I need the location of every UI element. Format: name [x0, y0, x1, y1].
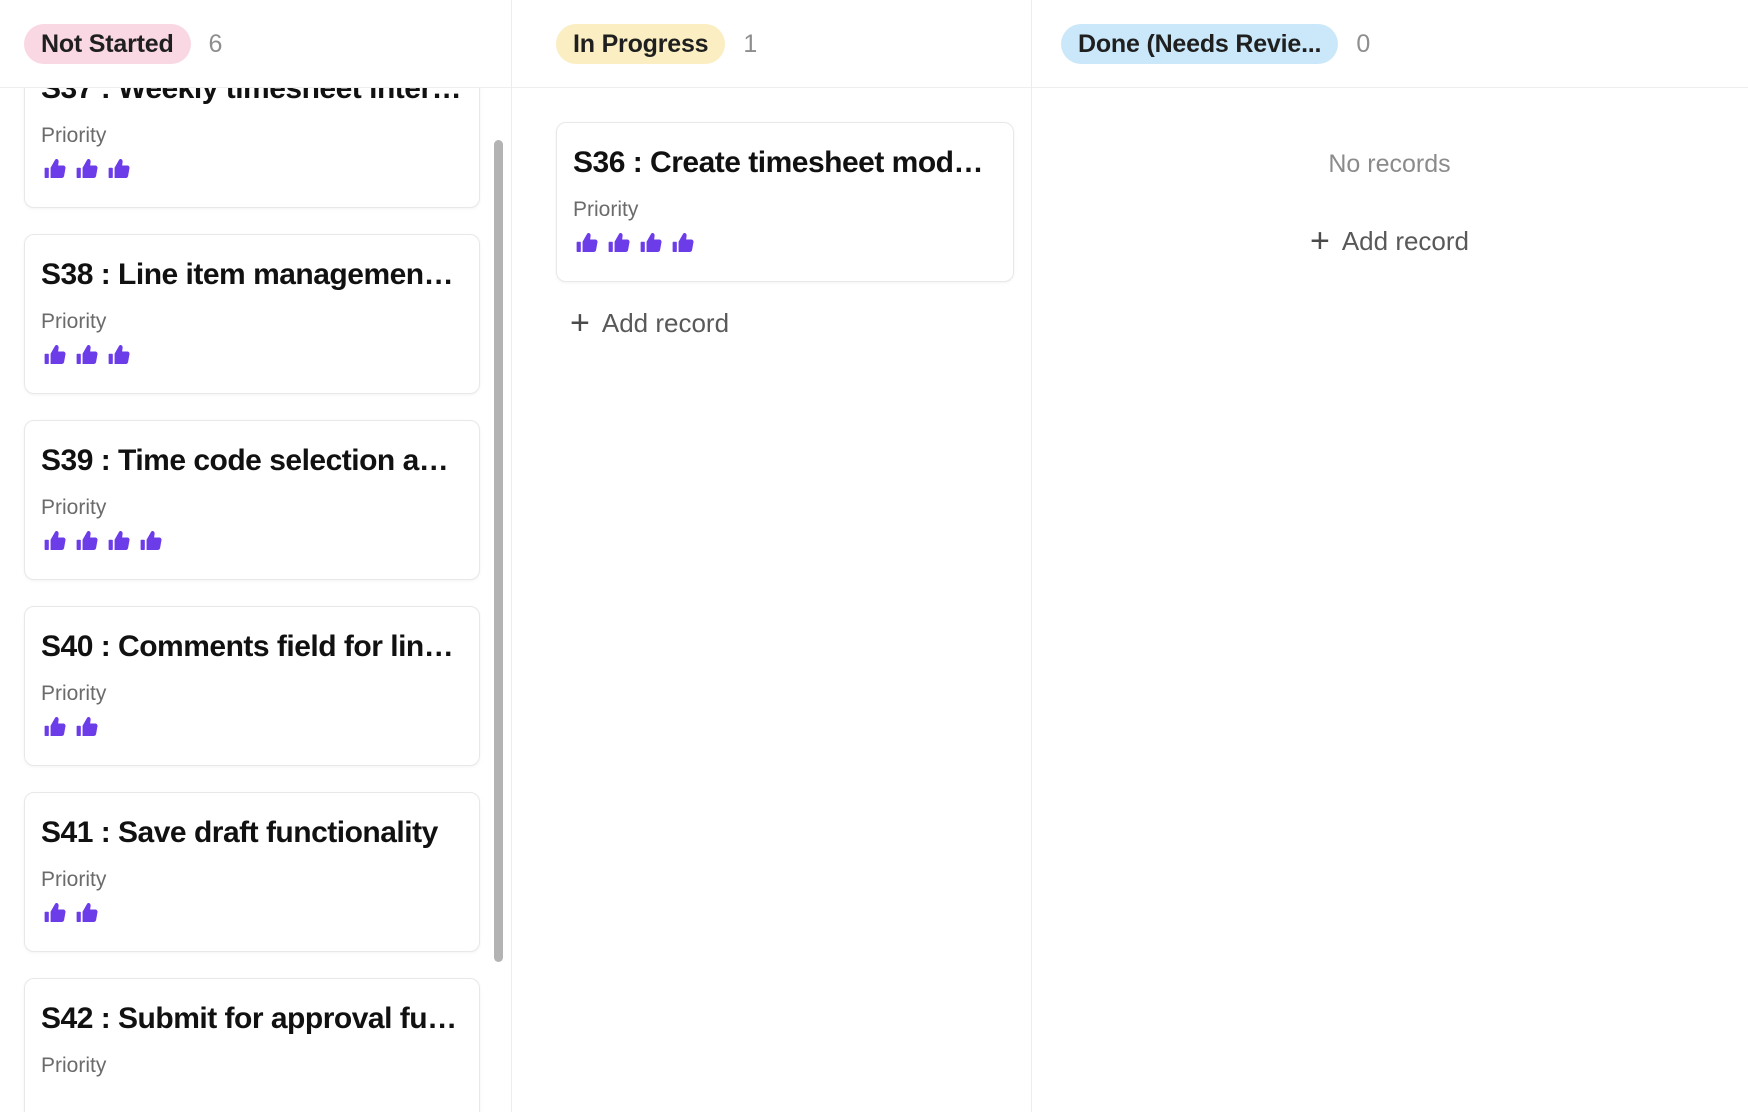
- thumbs-up-icon: [76, 902, 98, 923]
- card-title: S39 : Time code selection and...: [41, 444, 463, 477]
- thumbs-up-icon: [108, 344, 130, 365]
- thumbs-up-icon: [44, 902, 66, 923]
- priority-rating[interactable]: [41, 899, 463, 929]
- field-label-priority: Priority: [41, 682, 107, 705]
- thumbs-up-icon: [608, 232, 630, 253]
- thumbs-up-icon: [108, 158, 130, 179]
- column-in-progress: S36 : Create timesheet model... Priority…: [511, 88, 1031, 1112]
- card-s39[interactable]: S39 : Time code selection and... Priorit…: [24, 420, 480, 580]
- column-not-started-scroll-area[interactable]: S37 : Weekly timesheet interf... Priorit…: [0, 88, 511, 1112]
- no-records-message: No records: [1328, 150, 1451, 178]
- priority-rating[interactable]: [573, 229, 997, 259]
- thumbs-up-icon: [44, 158, 66, 179]
- status-badge-not-started: Not Started: [24, 24, 191, 64]
- field-label-priority: Priority: [41, 310, 107, 333]
- thumbs-up-icon: [76, 530, 98, 551]
- thumbs-up-icon: [76, 344, 98, 365]
- board-columns: S37 : Weekly timesheet interf... Priorit…: [0, 88, 1748, 1112]
- card-s37[interactable]: S37 : Weekly timesheet interf... Priorit…: [24, 88, 480, 208]
- card-s36[interactable]: S36 : Create timesheet model... Priority: [556, 122, 1014, 282]
- record-count-in-progress: 1: [743, 29, 758, 58]
- card-title: S40 : Comments field for line i...: [41, 630, 463, 663]
- add-record-label: Add record: [1341, 226, 1470, 256]
- field-label-priority: Priority: [41, 868, 107, 891]
- thumbs-up-icon: [44, 344, 66, 365]
- plus-icon: +: [1309, 222, 1330, 260]
- card-s40[interactable]: S40 : Comments field for line i... Prior…: [24, 606, 480, 766]
- column-header-in-progress[interactable]: In Progress 1: [511, 0, 1031, 88]
- card-title: S37 : Weekly timesheet interf...: [41, 88, 463, 105]
- kanban-board: Not Started 6 In Progress 1 Done (Needs …: [0, 0, 1748, 1112]
- record-count-not-started: 6: [208, 29, 223, 58]
- card-list-not-started: S37 : Weekly timesheet interf... Priorit…: [24, 88, 480, 1112]
- plus-icon: +: [570, 304, 590, 342]
- card-title: S42 : Submit for approval fun...: [41, 1002, 463, 1035]
- card-s38[interactable]: S38 : Line item management f... Priority: [24, 234, 480, 394]
- scrollbar-thumb[interactable]: [494, 140, 503, 962]
- thumbs-up-icon: [44, 716, 66, 737]
- add-record-button-in-progress[interactable]: + Add record: [570, 306, 1014, 340]
- add-record-label: Add record: [601, 308, 730, 338]
- card-title: S38 : Line item management f...: [41, 258, 463, 291]
- priority-rating[interactable]: [41, 713, 463, 743]
- column-done-needs-review: No records + Add record: [1031, 88, 1748, 1112]
- thumbs-up-icon: [44, 530, 66, 551]
- card-title: S36 : Create timesheet model...: [573, 146, 997, 179]
- card-s42[interactable]: S42 : Submit for approval fun... Priorit…: [24, 978, 480, 1112]
- field-label-priority: Priority: [573, 198, 639, 221]
- status-badge-in-progress: In Progress: [556, 24, 726, 64]
- thumbs-up-icon: [140, 530, 162, 551]
- column-not-started: S37 : Weekly timesheet interf... Priorit…: [0, 88, 511, 1112]
- field-label-priority: Priority: [41, 1054, 107, 1077]
- empty-state-done: No records + Add record: [1031, 88, 1748, 258]
- priority-rating[interactable]: [41, 527, 463, 557]
- priority-rating[interactable]: [41, 155, 463, 185]
- field-label-priority: Priority: [41, 124, 107, 147]
- column-scrollbar[interactable]: [491, 88, 505, 1112]
- column-header-not-started[interactable]: Not Started 6: [0, 0, 511, 88]
- record-count-done-needs-review: 0: [1356, 29, 1371, 58]
- card-title: S41 : Save draft functionality: [41, 816, 438, 849]
- card-list-in-progress: S36 : Create timesheet model... Priority…: [556, 122, 1014, 340]
- field-label-priority: Priority: [41, 496, 107, 519]
- priority-rating[interactable]: [41, 341, 463, 371]
- thumbs-up-icon: [640, 232, 662, 253]
- thumbs-up-icon: [108, 530, 130, 551]
- add-record-button-done[interactable]: + Add record: [1310, 224, 1469, 258]
- board-header-row: Not Started 6 In Progress 1 Done (Needs …: [0, 0, 1748, 88]
- thumbs-up-icon: [76, 716, 98, 737]
- card-s41[interactable]: S41 : Save draft functionality Priority: [24, 792, 480, 952]
- thumbs-up-icon: [576, 232, 598, 253]
- column-header-done-needs-review[interactable]: Done (Needs Revie... 0: [1031, 0, 1748, 88]
- thumbs-up-icon: [76, 158, 98, 179]
- status-badge-done-needs-review: Done (Needs Revie...: [1061, 24, 1339, 64]
- priority-rating[interactable]: [41, 1085, 463, 1112]
- thumbs-up-icon: [672, 232, 694, 253]
